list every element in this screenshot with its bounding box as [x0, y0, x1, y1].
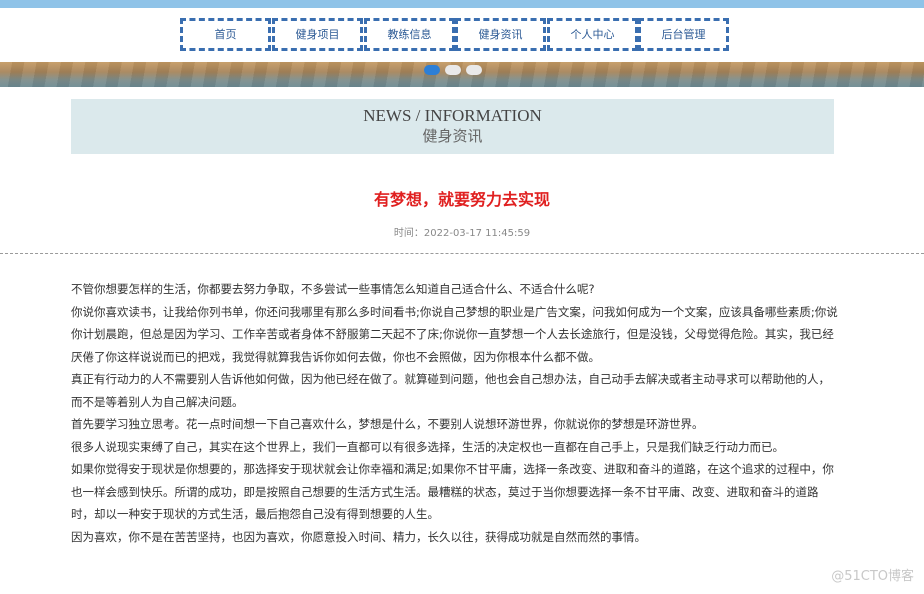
- article-paragraph: 真正有行动力的人不需要别人告诉他如何做，因为他已经在做了。就算碰到问题，他也会自…: [71, 372, 830, 409]
- carousel-dot-1[interactable]: [424, 65, 440, 75]
- article-paragraph: 你说你喜欢读书，让我给你列书单，你还问我哪里有那么多时间看书;你说自己梦想的职业…: [71, 304, 838, 364]
- section-title-en: NEWS / INFORMATION: [363, 106, 542, 125]
- article-paragraph: 如果你觉得安于现状是你想要的，那选择安于现状就会让你幸福和满足;如果你不甘平庸，…: [71, 462, 834, 521]
- article-paragraph: 因为喜欢，你不是在苦苦坚持，也因为喜欢，你愿意投入时间、精力，长久以往，获得成功…: [71, 529, 646, 544]
- article-body: 不管你想要怎样的生活，你都要去努力争取，不多尝试一些事情怎么知道自己适合什么、不…: [71, 278, 841, 548]
- main-nav: 首页 健身项目 教练信息 健身资讯 个人中心 后台管理: [0, 8, 924, 62]
- article-title: 有梦想，就要努力去实现: [373, 190, 550, 209]
- article-paragraph: 很多人说现实束缚了自己，其实在这个世界上，我们一直都可以有很多选择，生活的决定权…: [71, 439, 784, 454]
- nav-item-admin[interactable]: 后台管理: [638, 18, 729, 51]
- section-header: NEWS / INFORMATION 健身资讯: [71, 99, 834, 154]
- nav-item-fitness-news[interactable]: 健身资讯: [455, 18, 546, 51]
- article-paragraph: 首先要学习独立思考。花一点时间想一下自己喜欢什么，梦想是什么，不要别人说想环游世…: [71, 417, 704, 431]
- section-title-cn: 健身资讯: [422, 127, 483, 145]
- divider: [0, 253, 924, 254]
- nav-item-coach-info[interactable]: 教练信息: [364, 18, 455, 51]
- top-strip: [0, 0, 924, 8]
- carousel-dot-3[interactable]: [466, 65, 482, 75]
- nav-item-home[interactable]: 首页: [180, 18, 271, 51]
- nav-item-personal-center[interactable]: 个人中心: [547, 18, 638, 51]
- banner-carousel: [0, 62, 924, 87]
- watermark: @51CTO博客: [831, 569, 914, 584]
- article-timestamp: 时间：2022-03-17 11:45:59: [393, 228, 531, 239]
- article-paragraph: 不管你想要怎样的生活，你都要去努力争取，不多尝试一些事情怎么知道自己适合什么、不…: [71, 282, 595, 296]
- carousel-dot-2[interactable]: [445, 65, 461, 75]
- nav-item-fitness-projects[interactable]: 健身项目: [272, 18, 363, 51]
